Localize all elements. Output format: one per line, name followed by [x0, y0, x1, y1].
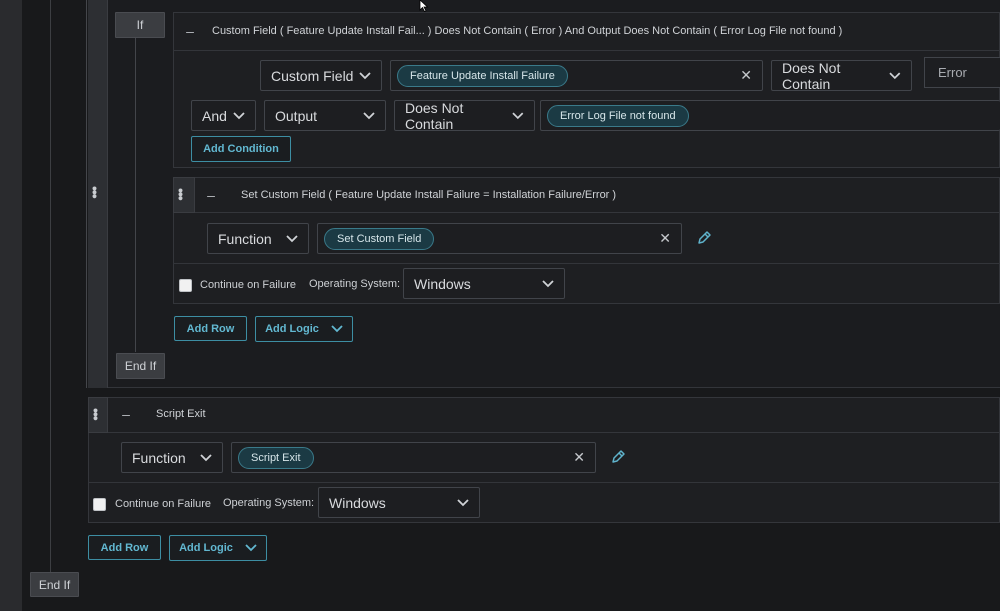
outer-guide-line [50, 0, 51, 572]
if-drag-handle[interactable]: ••• [87, 0, 108, 388]
minus-icon[interactable]: – [201, 184, 221, 206]
script-exit-chip: Script Exit [238, 446, 314, 469]
continue-on-failure-checkbox[interactable] [93, 498, 106, 511]
os-select-value: Windows [329, 494, 386, 511]
field-select[interactable]: Custom Field [260, 60, 382, 91]
continue-on-failure-checkbox[interactable] [179, 279, 192, 292]
chevron-down-icon [200, 453, 212, 461]
script-exit-tag-input[interactable]: Script Exit ✕ [231, 442, 596, 473]
action-header: Set Custom Field ( Feature Update Instal… [241, 189, 617, 201]
drag-handle-icon: ••• [173, 188, 189, 200]
condition-header: Custom Field ( Feature Update Install Fa… [212, 25, 843, 37]
chevron-down-icon [331, 325, 343, 333]
chevron-down-icon [457, 498, 469, 506]
operator-select-2-value: Does Not Contain [405, 99, 464, 132]
operator-select[interactable]: Does Not Contain [771, 59, 912, 92]
script-exit-header: Script Exit [156, 408, 206, 420]
field-select-2-value: Output [275, 107, 318, 124]
field-select-value: Custom Field [271, 67, 354, 84]
close-icon[interactable]: ✕ [573, 449, 585, 466]
drag-handle-icon: ••• [88, 408, 104, 420]
chevron-down-icon [512, 111, 524, 119]
chevron-down-icon [233, 111, 245, 119]
chevron-down-icon [363, 111, 375, 119]
pencil-icon[interactable] [610, 449, 626, 465]
function-chip: Set Custom Field [324, 227, 435, 250]
join-select-value: And [202, 107, 227, 124]
continue-on-failure-label: Continue on Failure [200, 279, 297, 291]
end-if-outer: End If [30, 572, 79, 597]
os-select[interactable]: Windows [403, 268, 565, 299]
chevron-down-icon [542, 279, 554, 287]
function-tag-input[interactable]: Set Custom Field ✕ [317, 223, 682, 254]
value-chip: Error Log File not found [547, 104, 689, 127]
value-input[interactable]: Error [924, 57, 1000, 88]
add-logic-button[interactable]: Add Logic [255, 316, 353, 342]
function-type-select[interactable]: Function [207, 223, 309, 254]
join-select[interactable]: And [191, 100, 256, 131]
add-condition-button[interactable]: Add Condition [191, 136, 291, 162]
script-exit-drag-handle[interactable]: ••• [88, 397, 108, 433]
os-label: Operating System: [223, 497, 315, 509]
divider [173, 50, 1000, 51]
field-tag-input[interactable]: Feature Update Install Failure ✕ [390, 60, 763, 91]
outer-gutter [0, 0, 22, 611]
action-drag-handle[interactable]: ••• [173, 177, 195, 213]
close-icon[interactable]: ✕ [740, 67, 752, 84]
chevron-down-icon [359, 71, 371, 79]
minus-icon[interactable]: – [180, 20, 200, 42]
continue-on-failure-label: Continue on Failure [115, 498, 212, 510]
chevron-down-icon [245, 544, 257, 552]
os-label: Operating System: [309, 278, 401, 290]
add-logic-label: Add Logic [179, 542, 233, 554]
os-select-value: Windows [414, 275, 471, 292]
script-exit-type-select[interactable]: Function [121, 442, 223, 473]
function-type-value: Function [218, 230, 272, 247]
end-if-inner: End If [116, 353, 165, 379]
add-row-button[interactable]: Add Row [88, 535, 161, 560]
add-logic-label: Add Logic [265, 323, 319, 335]
field-select-2[interactable]: Output [264, 100, 386, 131]
divider [173, 263, 1000, 264]
os-select[interactable]: Windows [318, 487, 480, 518]
script-exit-header-bar [108, 397, 1000, 433]
chevron-down-icon [889, 71, 901, 79]
value-tag-input[interactable]: Error Log File not found [540, 100, 1000, 131]
add-row-button[interactable]: Add Row [174, 316, 247, 341]
script-exit-type-value: Function [132, 449, 186, 466]
if-label: If [115, 12, 165, 38]
if-guide-line [135, 36, 136, 352]
divider [88, 482, 1000, 483]
field-chip: Feature Update Install Failure [397, 64, 568, 87]
add-logic-button[interactable]: Add Logic [169, 535, 267, 561]
close-icon[interactable]: ✕ [659, 230, 671, 247]
mouse-cursor-icon [419, 0, 429, 12]
minus-icon[interactable]: – [116, 403, 136, 425]
chevron-down-icon [286, 234, 298, 242]
drag-handle-icon: ••• [87, 186, 103, 198]
pencil-icon[interactable] [696, 230, 712, 246]
operator-select-value: Does Not Contain [782, 59, 841, 92]
operator-select-2[interactable]: Does Not Contain [394, 99, 535, 132]
